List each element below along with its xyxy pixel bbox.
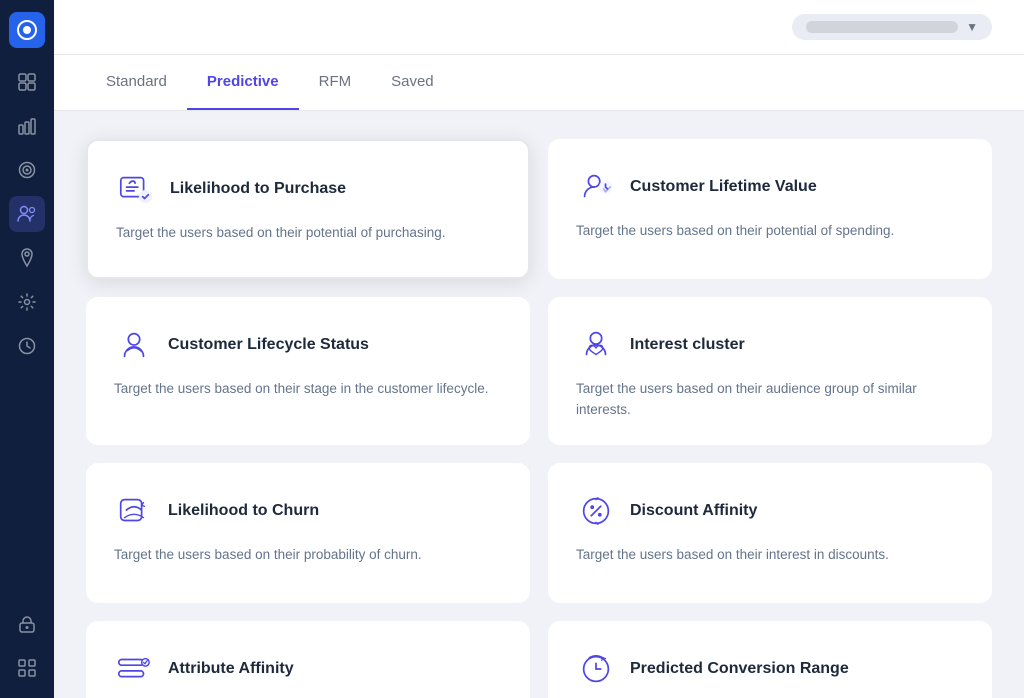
card-desc: Target the users based on their probabil… xyxy=(114,545,502,566)
interest-cluster-icon xyxy=(576,325,616,365)
card-header: Likelihood to Churn xyxy=(114,491,502,531)
header-dropdown-text xyxy=(806,21,958,33)
sidebar-item-history[interactable] xyxy=(9,328,45,364)
tab-predictive[interactable]: Predictive xyxy=(187,55,299,110)
card-customer-lifecycle-status[interactable]: Customer Lifecycle Status Target the use… xyxy=(86,297,530,445)
card-desc: Target the users based on their stage in… xyxy=(114,379,502,400)
sidebar xyxy=(0,0,54,698)
card-title: Predicted Conversion Range xyxy=(630,660,849,678)
tab-standard[interactable]: Standard xyxy=(86,55,187,110)
card-header: Customer Lifetime Value xyxy=(576,167,964,207)
sidebar-item-lock[interactable] xyxy=(9,606,45,642)
card-predicted-conversion-range[interactable]: Predicted Conversion Range Target the us… xyxy=(548,621,992,698)
sidebar-logo[interactable] xyxy=(9,12,45,48)
header-dropdown[interactable]: ▼ xyxy=(792,14,992,40)
sidebar-item-users[interactable] xyxy=(9,196,45,232)
card-likelihood-to-churn[interactable]: Likelihood to Churn Target the users bas… xyxy=(86,463,530,603)
sidebar-item-settings[interactable] xyxy=(9,284,45,320)
card-header: Likelihood to Purchase xyxy=(116,169,500,209)
card-desc: Target the users based on their audience… xyxy=(576,379,964,421)
customer-lifetime-value-icon xyxy=(576,167,616,207)
likelihood-to-churn-icon xyxy=(114,491,154,531)
card-title: Likelihood to Purchase xyxy=(170,180,346,198)
card-likelihood-to-purchase[interactable]: Likelihood to Purchase Target the users … xyxy=(86,139,530,279)
card-interest-cluster[interactable]: Interest cluster Target the users based … xyxy=(548,297,992,445)
sidebar-item-chart[interactable] xyxy=(9,108,45,144)
card-attribute-affinity[interactable]: Attribute Affinity Target the users base… xyxy=(86,621,530,698)
card-desc: Target the users based on their potentia… xyxy=(576,221,964,242)
card-desc: Target the users based on their potentia… xyxy=(116,223,500,244)
card-desc: Target the users based on their interest… xyxy=(576,545,964,566)
card-title: Attribute Affinity xyxy=(168,660,294,678)
card-title: Interest cluster xyxy=(630,336,745,354)
card-header: Customer Lifecycle Status xyxy=(114,325,502,365)
chevron-down-icon: ▼ xyxy=(966,20,978,34)
attribute-affinity-icon xyxy=(114,649,154,689)
cards-content: Likelihood to Purchase Target the users … xyxy=(54,111,1024,698)
customer-lifecycle-status-icon xyxy=(114,325,154,365)
header: ▼ xyxy=(54,0,1024,55)
card-title: Customer Lifetime Value xyxy=(630,178,817,196)
card-header: Attribute Affinity xyxy=(114,649,502,689)
card-title: Likelihood to Churn xyxy=(168,502,319,520)
sidebar-item-target[interactable] xyxy=(9,152,45,188)
cards-grid: Likelihood to Purchase Target the users … xyxy=(86,139,992,698)
sidebar-item-dashboard[interactable] xyxy=(9,64,45,100)
card-header: Discount Affinity xyxy=(576,491,964,531)
tab-saved[interactable]: Saved xyxy=(371,55,454,110)
card-title: Customer Lifecycle Status xyxy=(168,336,369,354)
tab-rfm[interactable]: RFM xyxy=(299,55,372,110)
card-header: Interest cluster xyxy=(576,325,964,365)
predicted-conversion-range-icon xyxy=(576,649,616,689)
card-discount-affinity[interactable]: Discount Affinity Target the users based… xyxy=(548,463,992,603)
sidebar-bottom xyxy=(9,606,45,686)
sidebar-item-location[interactable] xyxy=(9,240,45,276)
discount-affinity-icon xyxy=(576,491,616,531)
card-header: Predicted Conversion Range xyxy=(576,649,964,689)
likelihood-to-purchase-icon xyxy=(116,169,156,209)
tabs-bar: Standard Predictive RFM Saved xyxy=(54,55,1024,111)
card-title: Discount Affinity xyxy=(630,502,757,520)
sidebar-item-grid[interactable] xyxy=(9,650,45,686)
main-content: ▼ Standard Predictive RFM Saved xyxy=(54,0,1024,698)
card-customer-lifetime-value[interactable]: Customer Lifetime Value Target the users… xyxy=(548,139,992,279)
